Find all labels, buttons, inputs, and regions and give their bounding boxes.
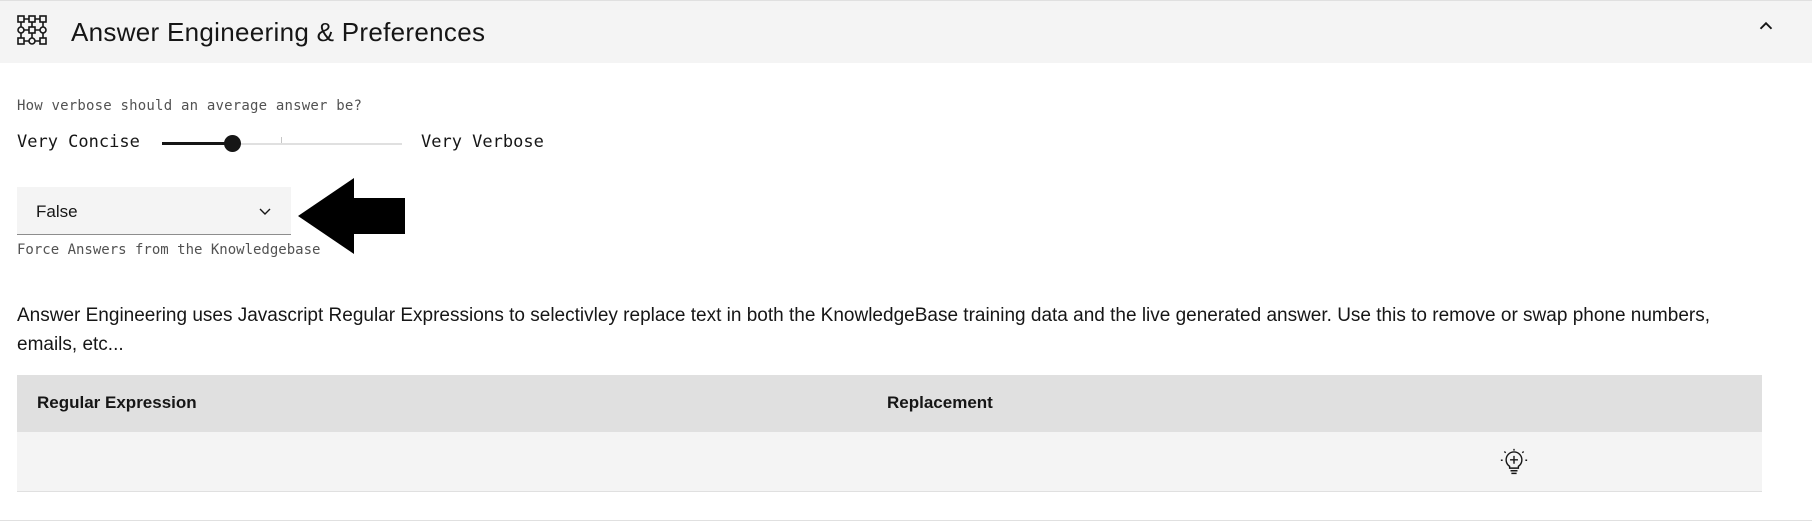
slider-max-label: Very Verbose (421, 132, 544, 152)
slider-thumb[interactable] (224, 135, 241, 152)
verbosity-label: How verbose should an average answer be? (17, 98, 363, 114)
section-divider (0, 520, 1812, 521)
accordion-header[interactable]: Answer Engineering & Preferences (0, 0, 1812, 63)
select-helper-text: Force Answers from the Knowledgebase (17, 242, 321, 258)
select-value: False (36, 202, 78, 221)
slider-filled-track (162, 142, 232, 145)
slider-tick (281, 137, 282, 143)
slider-min-label: Very Concise (17, 132, 140, 152)
force-answers-select[interactable]: False (17, 187, 291, 235)
accordion-title: Answer Engineering & Preferences (71, 17, 486, 47)
regex-table: Regular Expression Replacement (17, 375, 1762, 492)
verbosity-slider[interactable] (162, 135, 402, 152)
idea-add-icon[interactable] (1500, 448, 1528, 476)
table-header: Regular Expression Replacement (17, 375, 1762, 432)
table-row (17, 432, 1762, 492)
answer-engineering-description: Answer Engineering uses Javascript Regul… (17, 305, 1711, 355)
column-header-regex: Regular Expression (37, 393, 197, 412)
column-header-replacement: Replacement (887, 393, 993, 412)
workflow-icon (17, 15, 47, 45)
chevron-up-icon[interactable] (1755, 15, 1777, 37)
left-arrow-annotation (298, 178, 405, 254)
chevron-down-icon (259, 208, 271, 215)
